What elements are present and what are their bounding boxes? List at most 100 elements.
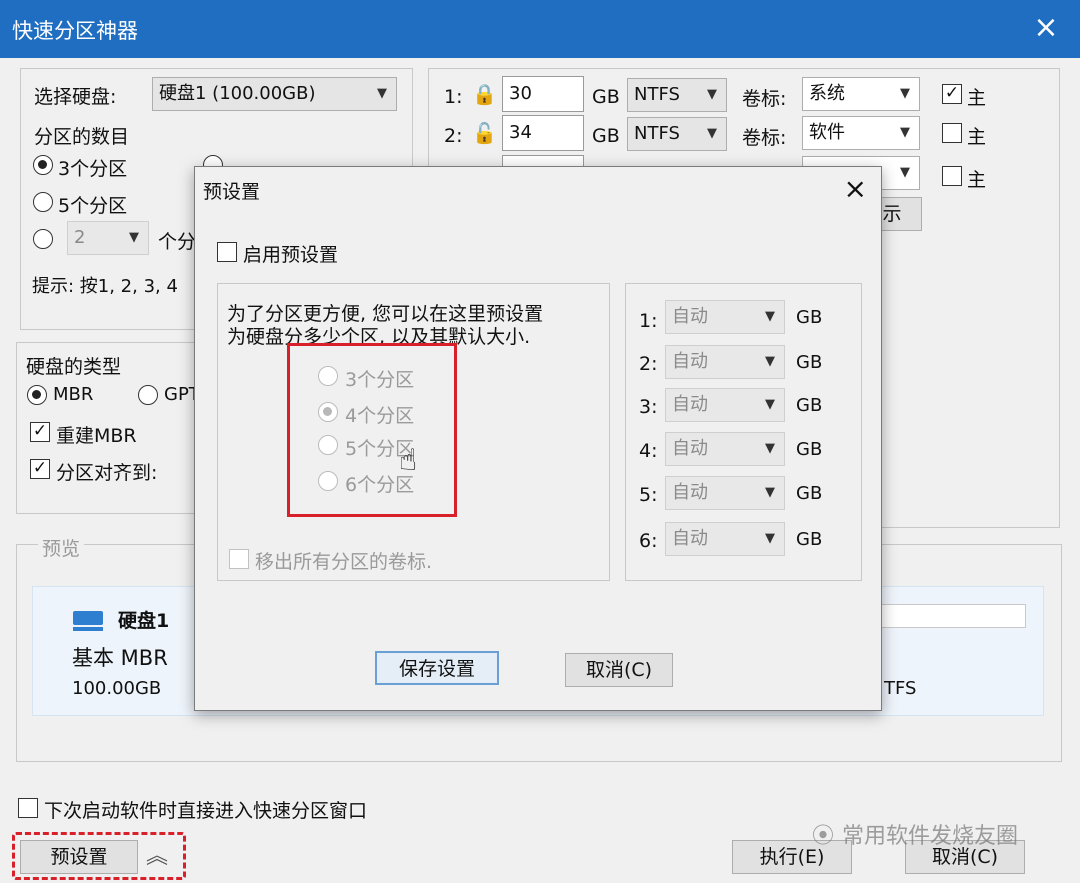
chevron-down-icon: ▼ (129, 230, 139, 245)
size4-select[interactable]: 自动 ▼ (665, 432, 785, 466)
row1-vol-value: 系统 (809, 83, 845, 104)
size1-number: 1: (639, 310, 658, 332)
size2-select[interactable]: 自动 ▼ (665, 345, 785, 379)
row2-size-input[interactable]: 34 (502, 115, 584, 151)
radio-mbr[interactable] (27, 385, 47, 405)
row1-fs-select[interactable]: NTFS ▼ (627, 78, 727, 112)
radio-5-label: 5个分区 (58, 195, 128, 217)
size3-number: 3: (639, 396, 658, 418)
row1-size-input[interactable]: 30 (502, 76, 584, 112)
preview-fs-label: TFS (884, 678, 917, 699)
chevron-down-icon: ▼ (707, 126, 717, 141)
watermark-text: 常用软件发烧友圈 (842, 824, 1019, 849)
unlock-icon[interactable]: 🔓 (472, 121, 497, 145)
row1-primary-checkbox[interactable]: ✓ (942, 84, 962, 104)
disk-type-label: 硬盘的类型 (26, 356, 122, 378)
disk-icon (72, 609, 104, 633)
dialog-cancel-button[interactable]: 取消(C) (565, 653, 673, 687)
row2-vol-label: 卷标: (742, 127, 787, 149)
save-settings-button[interactable]: 保存设置 (375, 651, 499, 685)
enable-preset-checkbox[interactable] (217, 242, 237, 262)
row2-vol-select[interactable]: 软件 ▼ (802, 116, 920, 150)
row1-number: 1: (444, 86, 463, 108)
row1-vol-label: 卷标: (742, 88, 787, 110)
row1-vol-select[interactable]: 系统 ▼ (802, 77, 920, 111)
size5-select[interactable]: 自动 ▼ (665, 476, 785, 510)
dialog-close-icon[interactable]: × (844, 173, 867, 205)
radio-3-partitions[interactable] (33, 155, 53, 175)
size1-unit: GB (796, 307, 823, 328)
chevron-down-icon: ▼ (765, 397, 775, 412)
size3-unit: GB (796, 395, 823, 416)
row1-unit: GB (592, 86, 620, 108)
preview-disk-name: 硬盘1 (118, 610, 170, 632)
radio-gpt[interactable] (138, 385, 158, 405)
disk-select-value: 硬盘1 (100.00GB) (159, 83, 316, 104)
align-checkbox[interactable]: ✓ (30, 459, 50, 479)
custom-count-suffix: 个分 (158, 231, 197, 253)
row1-fs-value: NTFS (634, 84, 680, 105)
chevron-down-icon: ▼ (765, 485, 775, 500)
row3-primary-label: 主 (967, 169, 987, 191)
size6-select[interactable]: 自动 ▼ (665, 522, 785, 556)
chevron-down-icon: ▼ (377, 86, 387, 101)
row3-primary-checkbox[interactable] (942, 166, 962, 186)
custom-count-select[interactable]: 2 ▼ (67, 221, 149, 255)
size2-unit: GB (796, 352, 823, 373)
select-disk-label: 选择硬盘: (34, 86, 117, 108)
row2-vol-value: 软件 (809, 122, 845, 143)
collapse-icon[interactable]: ︽ (146, 838, 168, 870)
options-highlight (287, 343, 457, 517)
radio-custom[interactable] (33, 229, 53, 249)
row2-fs-value: NTFS (634, 123, 680, 144)
chevron-down-icon: ▼ (900, 125, 910, 140)
rebuild-mbr-label: 重建MBR (56, 425, 137, 447)
remove-labels-checkbox[interactable] (229, 549, 249, 569)
chevron-down-icon: ▼ (707, 87, 717, 102)
size5-value: 自动 (672, 482, 708, 503)
chevron-down-icon: ▼ (765, 309, 775, 324)
row2-number: 2: (444, 125, 463, 147)
size6-value: 自动 (672, 528, 708, 549)
size4-value: 自动 (672, 438, 708, 459)
size3-select[interactable]: 自动 ▼ (665, 388, 785, 422)
chevron-down-icon: ▼ (900, 86, 910, 101)
preset-dialog: 预设置 × 启用预设置 为了分区更方便, 您可以在这里预设置 为硬盘分多少个区,… (194, 166, 882, 711)
size1-value: 自动 (672, 306, 708, 327)
size2-value: 自动 (672, 351, 708, 372)
autostart-checkbox[interactable] (18, 798, 38, 818)
size3-value: 自动 (672, 394, 708, 415)
lock-icon[interactable]: 🔒 (472, 82, 497, 106)
window-title: 快速分区神器 (12, 19, 138, 43)
size2-number: 2: (639, 353, 658, 375)
size5-number: 5: (639, 484, 658, 506)
rebuild-mbr-checkbox[interactable]: ✓ (30, 422, 50, 442)
disk-select[interactable]: 硬盘1 (100.00GB) ▼ (152, 77, 397, 111)
row2-primary-checkbox[interactable] (942, 123, 962, 143)
chevron-down-icon: ▼ (900, 165, 910, 180)
size4-number: 4: (639, 440, 658, 462)
chevron-down-icon: ▼ (765, 531, 775, 546)
radio-5-partitions[interactable] (33, 192, 53, 212)
hand-cursor-icon: ☝ (399, 443, 418, 478)
close-icon[interactable]: × (1028, 10, 1064, 46)
mbr-label: MBR (53, 384, 94, 405)
custom-count-value: 2 (74, 227, 86, 248)
size4-unit: GB (796, 439, 823, 460)
size6-unit: GB (796, 529, 823, 550)
preview-disk-size: 100.00GB (72, 678, 162, 699)
size1-select[interactable]: 自动 ▼ (665, 300, 785, 334)
size6-number: 6: (639, 530, 658, 552)
chevron-down-icon: ▼ (765, 441, 775, 456)
preview-disk-type: 基本 MBR (72, 646, 168, 670)
partition-count-label: 分区的数目 (34, 126, 130, 148)
chevron-down-icon: ▼ (765, 354, 775, 369)
row2-fs-select[interactable]: NTFS ▼ (627, 117, 727, 151)
size5-unit: GB (796, 483, 823, 504)
row2-unit: GB (592, 125, 620, 147)
preset-button[interactable]: 预设置 (20, 840, 138, 874)
remove-labels-label: 移出所有分区的卷标. (255, 551, 433, 573)
preview-partition-bar (880, 604, 1026, 628)
autostart-label: 下次启动软件时直接进入快速分区窗口 (44, 800, 368, 822)
hint-text: 提示: 按1, 2, 3, 4 (32, 276, 178, 297)
